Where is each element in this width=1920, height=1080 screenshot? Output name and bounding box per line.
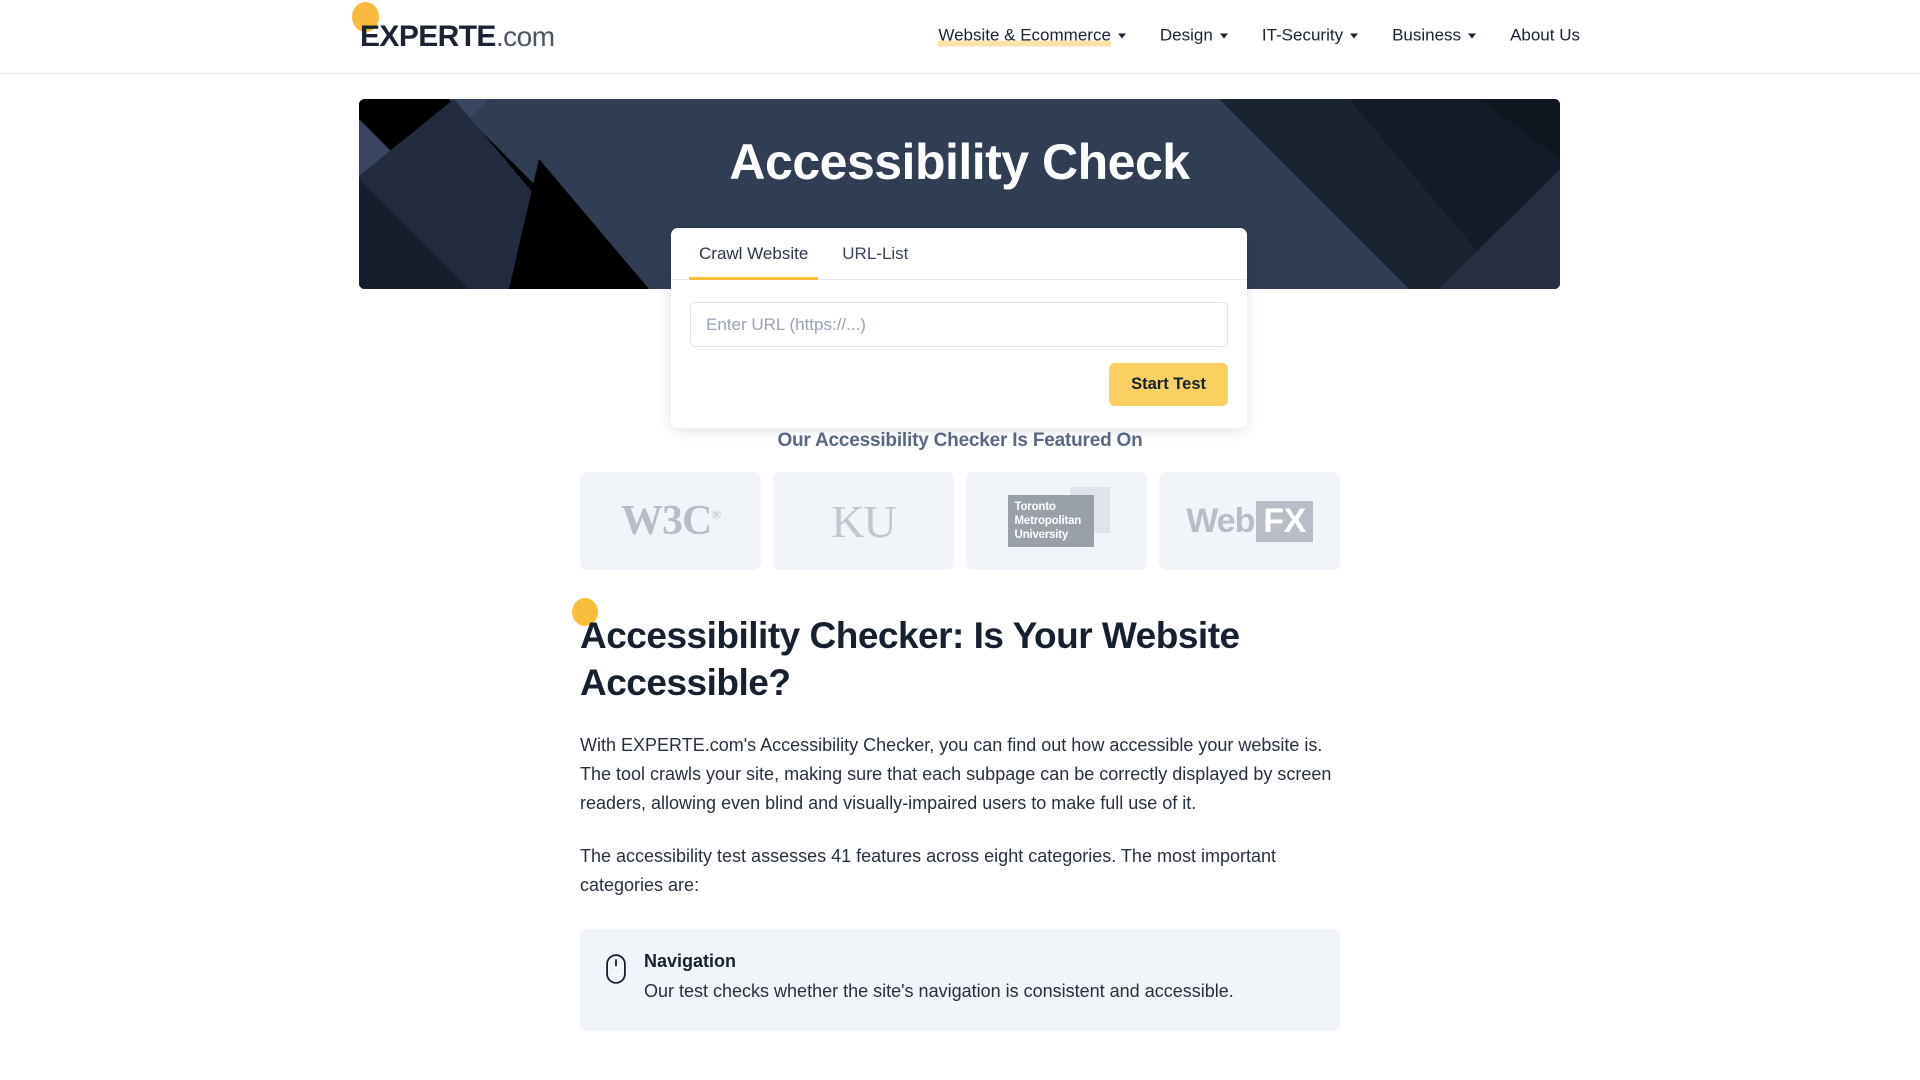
form-tabs: Crawl Website URL-List [671,228,1247,280]
chevron-down-icon [1219,33,1228,39]
tmu-logo-line-3: University [1014,529,1069,542]
category-card-navigation: Navigation Our test checks whether the s… [580,928,1340,1031]
hero-title: Accessibility Check [729,134,1190,190]
registered-trademark-icon: ® [711,507,721,522]
tmu-logo-icon: Toronto Metropolitan University [1007,487,1110,547]
accessibility-check-form: Crawl Website URL-List Start Test [671,228,1247,428]
nav-item-business[interactable]: Business [1392,24,1477,49]
tmu-logo-line-2: Metropolitan [1014,515,1082,528]
article-paragraph-2: The accessibility test assesses 41 featu… [580,846,1276,896]
nav-item-label: Design [1159,24,1213,44]
featured-logo-row: W3C® KU Toronto Metropolitan University … [580,472,1340,570]
chevron-down-icon [1468,33,1477,39]
nav-item-label: IT-Security [1261,24,1344,44]
featured-logo-card-w3c: W3C® [580,472,761,570]
tmu-logo-box: Toronto Metropolitan University [1007,495,1094,547]
featured-logo-card-webfx: Web FX [1159,472,1340,570]
tmu-logo-line-1: Toronto [1014,501,1056,513]
w3c-logo-text: W3C [620,498,712,544]
chevron-down-icon [1350,33,1359,39]
featured-logo-card-ku: KU [773,472,954,570]
w3c-logo-icon: W3C® [620,497,721,545]
form-actions: Start Test [671,347,1247,406]
brand-logo[interactable]: EXPERTE .com [352,1,555,53]
tab-url-list[interactable]: URL-List [832,228,918,280]
category-card-body: Navigation Our test checks whether the s… [644,951,1234,1005]
featured-on-heading: Our Accessibility Checker Is Featured On [777,430,1143,451]
main-navigation: Website & Ecommerce Design IT-Security B… [938,24,1580,49]
nav-item-about-us[interactable]: About Us [1510,24,1580,49]
form-body [671,280,1247,347]
webfx-logo-icon: Web FX [1186,500,1313,542]
nav-item-it-security[interactable]: IT-Security [1261,24,1359,49]
page-title: Accessibility Checker: Is Your Website A… [572,598,1340,707]
webfx-logo-web: Web [1186,501,1255,540]
category-card-description: Our test checks whether the site's navig… [644,980,1234,1001]
start-test-button[interactable]: Start Test [1109,363,1228,406]
ku-logo-icon: KU [831,495,896,547]
nav-item-website-ecommerce[interactable]: Website & Ecommerce [938,24,1126,49]
mouse-icon [606,953,626,1005]
brand-name: EXPERTE [360,19,496,53]
url-input[interactable] [690,302,1228,347]
nav-item-label: Business [1392,24,1462,44]
category-card-title: Navigation [644,950,737,971]
article-paragraph-1: With EXPERTE.com's Accessibility Checker… [580,734,1332,814]
page-title-text: Accessibility Checker: Is Your Website A… [580,615,1240,704]
nav-item-design[interactable]: Design [1160,24,1228,49]
nav-item-label: Website & Ecommerce [938,24,1111,46]
nav-item-label: About Us [1510,24,1580,44]
featured-logo-card-toronto-metropolitan-university: Toronto Metropolitan University [966,472,1147,570]
webfx-logo-fx: FX [1256,500,1313,542]
site-header: EXPERTE .com Website & Ecommerce Design … [0,0,1920,74]
article-section: Accessibility Checker: Is Your Website A… [572,598,1340,1031]
chevron-down-icon [1117,33,1126,39]
brand-suffix: .com [495,20,555,52]
tab-crawl-website[interactable]: Crawl Website [689,228,819,280]
